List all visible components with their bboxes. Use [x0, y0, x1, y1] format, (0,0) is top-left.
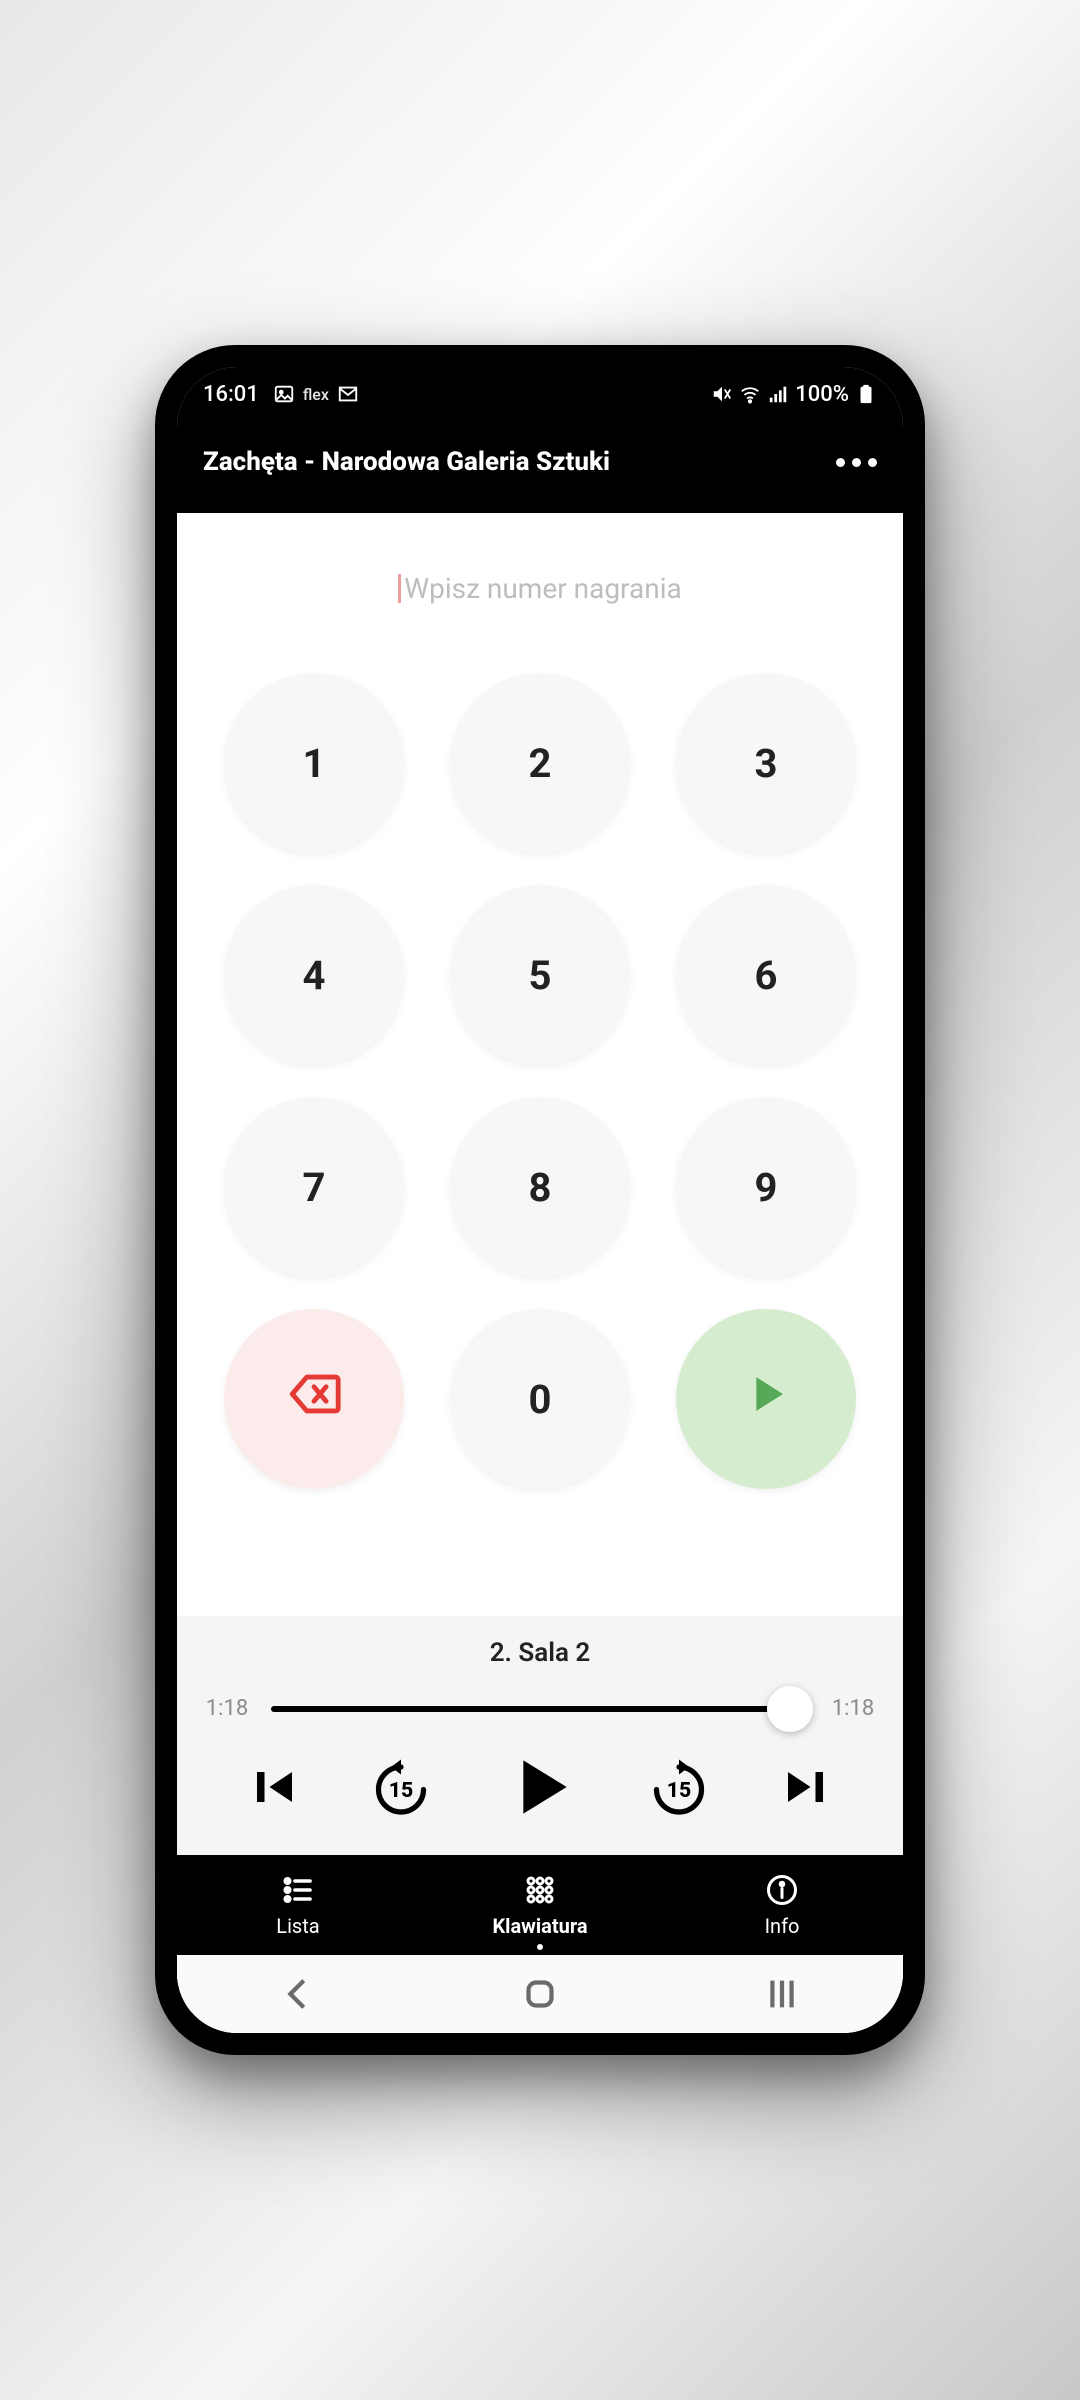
- keypad-icon: [522, 1872, 558, 1908]
- progress-row: 1:18 1:18: [177, 1696, 903, 1721]
- play-icon: [500, 1747, 580, 1831]
- play-icon: [737, 1365, 795, 1433]
- recording-number-input[interactable]: Wpisz numer nagrania: [177, 513, 903, 663]
- key-9[interactable]: 9: [676, 1097, 856, 1277]
- key-8[interactable]: 8: [450, 1097, 630, 1277]
- key-1[interactable]: 1: [224, 673, 404, 853]
- keypad: 1 2 3 4 5 6 7 8 9 0: [177, 663, 903, 1489]
- svg-text:15: 15: [389, 1778, 414, 1803]
- list-icon: [280, 1872, 316, 1908]
- nav-list-label: Lista: [276, 1914, 319, 1938]
- info-icon: [764, 1872, 800, 1908]
- app-header: Zachęta - Narodowa Galeria Sztuki: [177, 421, 903, 513]
- status-right: 100%: [711, 382, 877, 407]
- input-placeholder: Wpisz numer nagrania: [398, 572, 681, 605]
- nav-keyboard-label: Klawiatura: [492, 1914, 587, 1938]
- time-total: 1:18: [827, 1696, 879, 1721]
- more-menu-button[interactable]: [836, 458, 877, 467]
- rewind-15-icon: 15: [371, 1757, 431, 1821]
- nav-list[interactable]: Lista: [177, 1855, 419, 1955]
- status-left: 16:01 flex: [203, 382, 359, 407]
- time-elapsed: 1:18: [201, 1696, 253, 1721]
- main-content: Wpisz numer nagrania 1 2 3 4 5 6 7 8 9: [177, 513, 903, 2033]
- skip-next-icon: [778, 1757, 838, 1821]
- progress-slider[interactable]: [271, 1706, 809, 1712]
- bottom-nav: Lista Klawiatura: [177, 1855, 903, 1955]
- mute-icon: [711, 383, 733, 405]
- forward-15-button[interactable]: 15: [649, 1759, 709, 1819]
- mail-icon: [337, 383, 359, 405]
- key-play[interactable]: [676, 1309, 856, 1489]
- forward-15-icon: 15: [649, 1757, 709, 1821]
- previous-button[interactable]: [242, 1759, 302, 1819]
- key-4[interactable]: 4: [224, 885, 404, 1065]
- player-bar: 2. Sala 2 1:18 1:18: [177, 1616, 903, 1855]
- next-button[interactable]: [778, 1759, 838, 1819]
- battery-percent: 100%: [795, 382, 849, 407]
- system-recents-button[interactable]: [759, 1971, 805, 2017]
- key-3[interactable]: 3: [676, 673, 856, 853]
- rewind-15-button[interactable]: 15: [371, 1759, 431, 1819]
- key-7[interactable]: 7: [224, 1097, 404, 1277]
- svg-text:15: 15: [667, 1778, 692, 1803]
- backspace-icon: [285, 1365, 343, 1433]
- wifi-icon: [739, 383, 761, 405]
- key-0[interactable]: 0: [450, 1309, 630, 1489]
- battery-icon: [855, 383, 877, 405]
- status-time: 16:01: [203, 382, 259, 407]
- signal-icon: [767, 383, 789, 405]
- nav-keyboard[interactable]: Klawiatura: [419, 1855, 661, 1955]
- image-icon: [273, 383, 295, 405]
- player-controls: 15 15: [177, 1739, 903, 1829]
- system-back-button[interactable]: [275, 1971, 321, 2017]
- progress-thumb[interactable]: [767, 1686, 813, 1732]
- nav-info[interactable]: Info: [661, 1855, 903, 1955]
- track-title: 2. Sala 2: [177, 1638, 903, 1668]
- system-home-button[interactable]: [517, 1971, 563, 2017]
- key-delete[interactable]: [224, 1309, 404, 1489]
- nav-info-label: Info: [765, 1914, 800, 1938]
- skip-previous-icon: [242, 1757, 302, 1821]
- key-6[interactable]: 6: [676, 885, 856, 1065]
- app-title: Zachęta - Narodowa Galeria Sztuki: [203, 447, 610, 477]
- key-5[interactable]: 5: [450, 885, 630, 1065]
- key-2[interactable]: 2: [450, 673, 630, 853]
- system-nav: [177, 1955, 903, 2033]
- flex-indicator: flex: [303, 385, 329, 404]
- play-button[interactable]: [500, 1749, 580, 1829]
